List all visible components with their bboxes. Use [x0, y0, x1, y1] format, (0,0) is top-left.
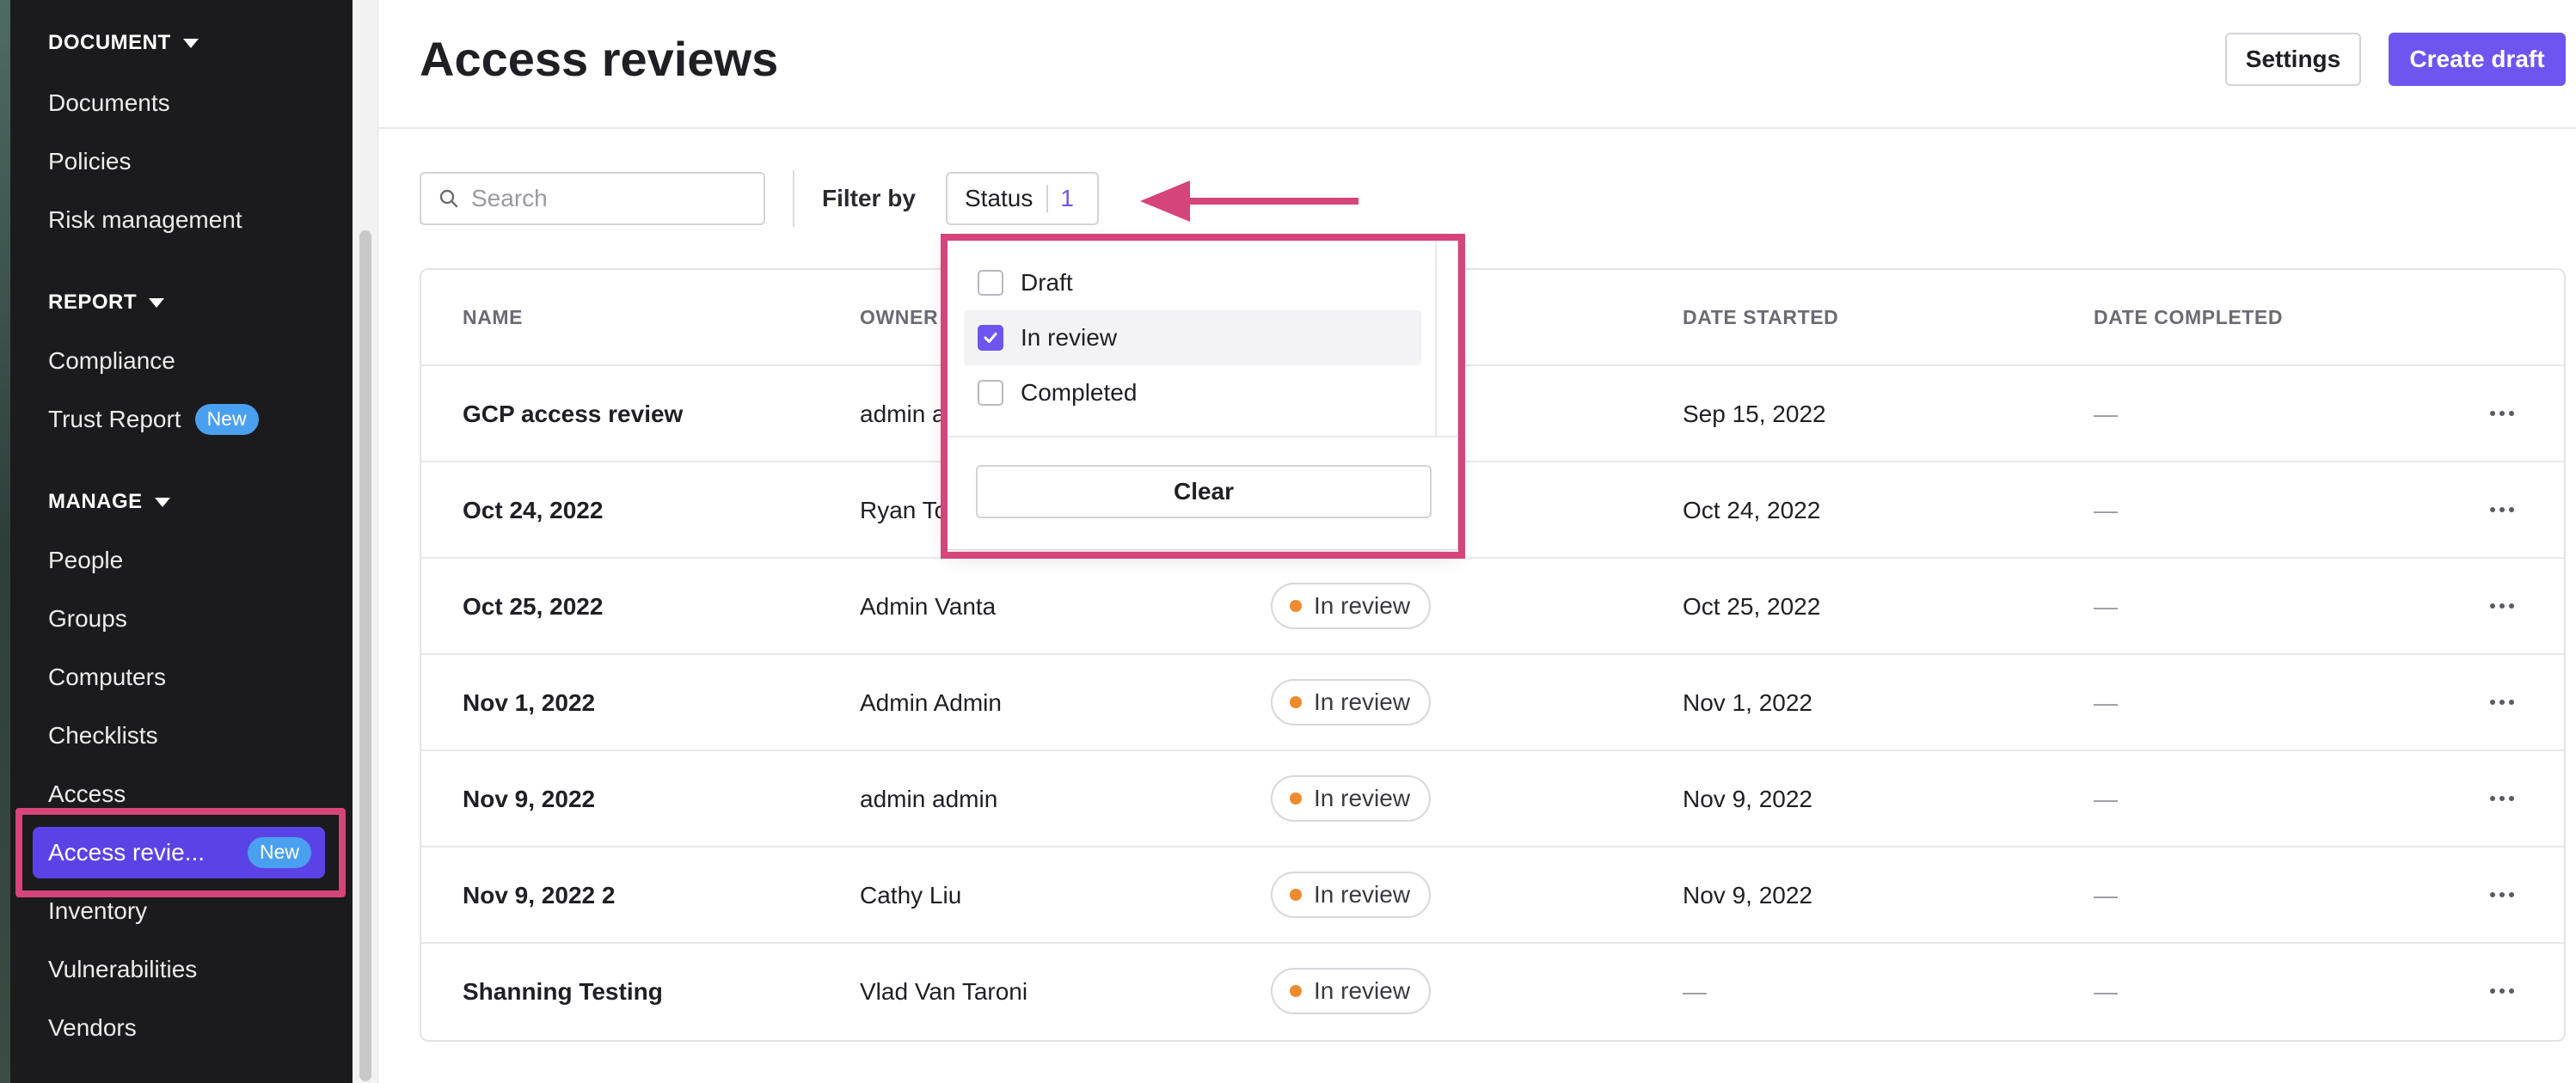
- caret-down-icon: [182, 38, 199, 48]
- table-row-date-completed: —: [2094, 978, 2118, 1005]
- page-title: Access reviews: [420, 32, 779, 86]
- sidebar-item-checklists[interactable]: Checklists: [48, 719, 158, 753]
- access-reviews-table: [420, 268, 2566, 1042]
- table-row-date-started: Sep 15, 2022: [1683, 401, 1826, 427]
- sidebar-item-vulnerabilities[interactable]: Vulnerabilities: [48, 952, 197, 987]
- more-horizontal-icon[interactable]: [2490, 796, 2514, 801]
- sidebar-item-risk-management[interactable]: Risk management: [48, 203, 242, 237]
- table-row-owner: Admin Admin: [860, 689, 1002, 716]
- table-row-name[interactable]: Nov 9, 2022 2: [463, 882, 615, 909]
- new-badge: New: [194, 404, 259, 435]
- sidebar-item-people[interactable]: People: [48, 543, 123, 578]
- sidebar-edge: [0, 0, 10, 1083]
- table-row-owner: admin a: [860, 401, 946, 427]
- table-row-date-completed: —: [2094, 786, 2118, 812]
- sidebar-item-groups[interactable]: Groups: [48, 602, 127, 636]
- search-input[interactable]: [471, 185, 746, 212]
- column-header-date-started[interactable]: DATE STARTED: [1683, 306, 1838, 329]
- table-row-owner: Cathy Liu: [860, 882, 962, 909]
- filter-divider: [793, 170, 794, 227]
- table-row-owner: Admin Vanta: [860, 593, 997, 620]
- sidebar-item-documents[interactable]: Documents: [48, 86, 170, 120]
- more-horizontal-icon[interactable]: [2490, 507, 2514, 512]
- table-row-name[interactable]: Shanning Testing: [463, 978, 663, 1006]
- caret-down-icon: [149, 297, 165, 308]
- filter-by-label: Filter by: [822, 185, 916, 211]
- table-row-name[interactable]: Oct 25, 2022: [463, 593, 603, 621]
- table-row-date-completed: —: [2094, 593, 2118, 620]
- table-row-date-started: Nov 9, 2022: [1683, 882, 1812, 909]
- table-row-date-completed: —: [2094, 882, 2118, 909]
- caret-down-icon: [154, 497, 170, 507]
- section-document[interactable]: DOCUMENT: [48, 31, 199, 55]
- section-report[interactable]: REPORT: [48, 291, 165, 315]
- more-horizontal-icon[interactable]: [2490, 603, 2514, 609]
- table-row-owner: admin admin: [860, 786, 998, 812]
- table-row-date-started: Oct 24, 2022: [1683, 497, 1821, 523]
- sidebar-scrollbar[interactable]: [353, 0, 378, 1083]
- sidebar-item-policies[interactable]: Policies: [48, 144, 131, 179]
- status-badge: In review: [1271, 583, 1432, 629]
- create-draft-button[interactable]: Create draft: [2389, 33, 2566, 86]
- scrollbar-thumb[interactable]: [359, 230, 371, 1081]
- section-manage[interactable]: MANAGE: [48, 490, 170, 514]
- table-row-owner: Vlad Van Taroni: [860, 978, 1028, 1005]
- status-badge: In review: [1271, 968, 1432, 1014]
- more-horizontal-icon[interactable]: [2490, 988, 2514, 994]
- status-filter-button[interactable]: Status 1: [946, 172, 1099, 225]
- settings-button[interactable]: Settings: [2225, 33, 2361, 86]
- sidebar-item-trust-report[interactable]: Trust Report New: [48, 402, 259, 437]
- table-row-name[interactable]: Oct 24, 2022: [463, 497, 603, 524]
- status-badge: In review: [1271, 775, 1432, 822]
- search-icon: [439, 189, 458, 208]
- table-row-date-completed: —: [2094, 401, 2118, 427]
- table-row-date-started: —: [1683, 978, 1707, 1005]
- table-row-date-completed: —: [2094, 689, 2118, 716]
- table-row-date-started: Nov 1, 2022: [1683, 689, 1812, 716]
- sidebar-item-compliance[interactable]: Compliance: [48, 344, 175, 378]
- status-filter-count: 1: [1060, 185, 1074, 211]
- sidebar-item-inventory[interactable]: Inventory: [48, 894, 147, 928]
- sidebar-item-computers[interactable]: Computers: [48, 660, 166, 694]
- arrow-left-icon: [1140, 180, 1359, 222]
- sidebar-item-vendors[interactable]: Vendors: [48, 1011, 137, 1045]
- table-row-name[interactable]: GCP access review: [463, 401, 683, 428]
- column-header-name[interactable]: NAME: [463, 306, 523, 329]
- highlight-box-sidebar: [15, 808, 346, 897]
- table-row-name[interactable]: Nov 1, 2022: [463, 689, 595, 717]
- table-row-name[interactable]: Nov 9, 2022: [463, 786, 595, 813]
- column-header-owner[interactable]: OWNER: [860, 306, 938, 329]
- status-badge: In review: [1271, 872, 1432, 918]
- search-box[interactable]: [420, 172, 765, 225]
- sidebar-item-access[interactable]: Access: [48, 777, 126, 811]
- column-header-date-completed[interactable]: DATE COMPLETED: [2094, 306, 2283, 329]
- table-row-date-completed: —: [2094, 497, 2118, 523]
- table-row-date-started: Nov 9, 2022: [1683, 786, 1812, 812]
- more-horizontal-icon[interactable]: [2490, 700, 2514, 705]
- sidebar: DOCUMENT Documents Policies Risk managem…: [0, 0, 353, 1083]
- highlight-box-dropdown: [941, 234, 1465, 559]
- table-row-owner: Ryan To: [860, 497, 948, 523]
- table-row-date-started: Oct 25, 2022: [1683, 593, 1821, 620]
- more-horizontal-icon[interactable]: [2490, 892, 2514, 897]
- status-badge: In review: [1271, 679, 1432, 725]
- more-horizontal-icon[interactable]: [2490, 411, 2514, 416]
